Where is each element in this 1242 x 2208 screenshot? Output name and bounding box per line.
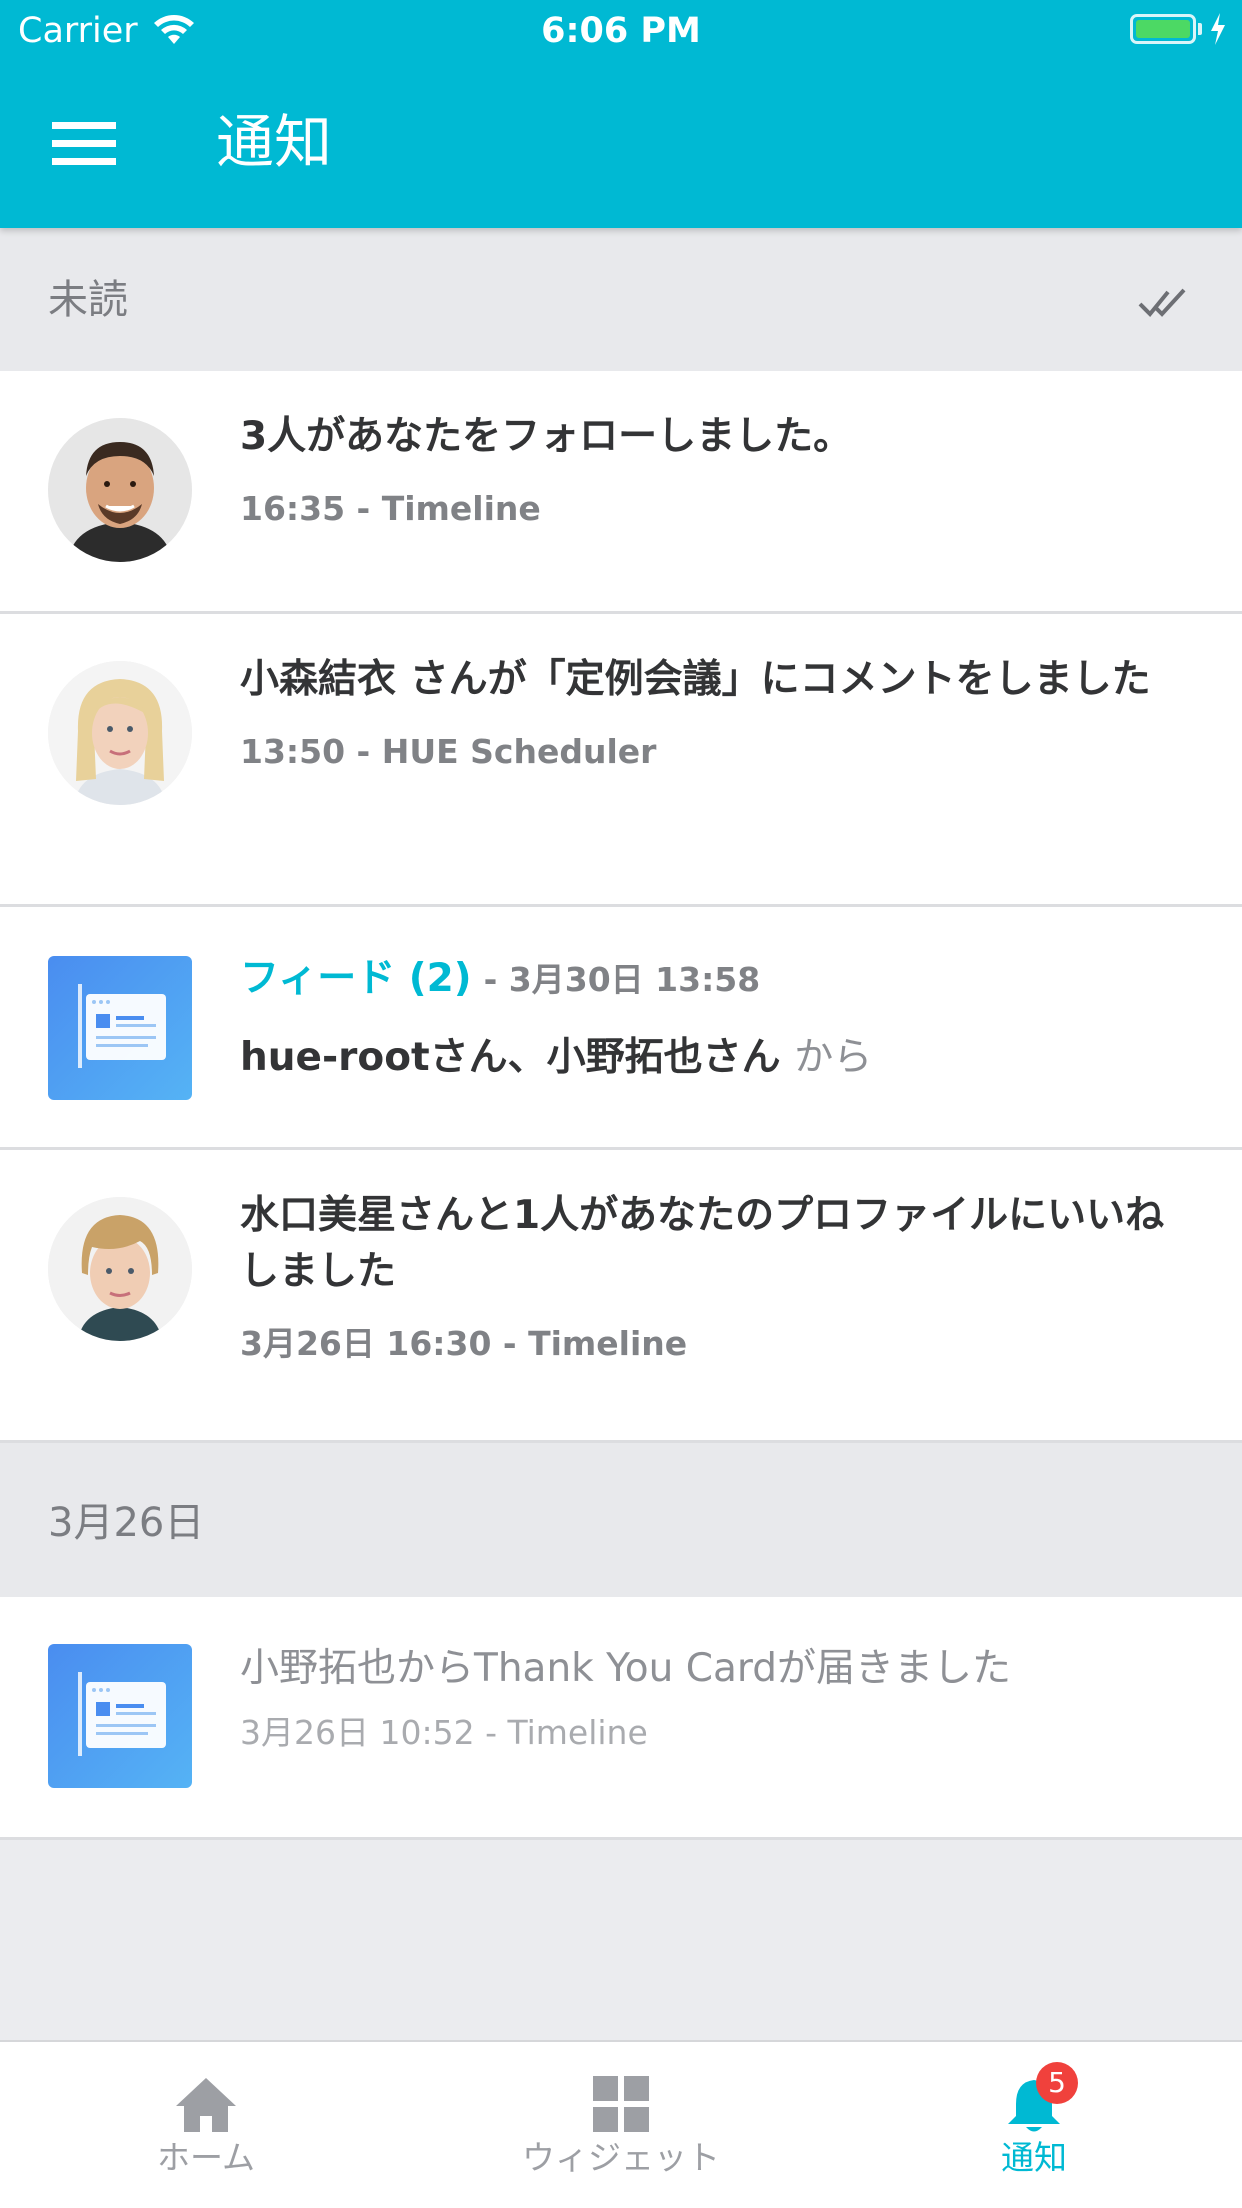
notification-meta: 16:35 - Timeline: [240, 489, 541, 528]
home-icon: [174, 2076, 238, 2134]
tab-home[interactable]: ホーム: [56, 2042, 356, 2208]
user-photo-icon: [48, 661, 192, 805]
battery-level: [1136, 20, 1190, 38]
feed-senders: hue-rootさん、小野拓也さん から: [240, 1030, 1200, 1086]
hamburger-menu-icon: [52, 122, 116, 165]
notification-item[interactable]: 3人があなたをフォローしました。 16:35 - Timeline: [0, 371, 1242, 614]
feed-label[interactable]: フィード (2): [240, 951, 472, 1007]
item-text: 3人があなたをフォローしました。 16:35 - Timeline: [240, 409, 1200, 531]
feed-meta: - 3月30日 13:58: [483, 960, 761, 999]
feed-from: から: [794, 1035, 873, 1080]
notification-item[interactable]: 小野拓也からThank You Cardが届きました 3月26日 10:52 -…: [0, 1597, 1242, 1840]
feed-app-icon: [48, 956, 192, 1100]
feed-card-icon: [48, 1644, 192, 1788]
tab-label: 通知: [1001, 2138, 1067, 2177]
mark-all-read-button[interactable]: [1130, 274, 1202, 330]
notification-meta: 13:50 - HUE Scheduler: [240, 732, 657, 771]
tab-label: ウィジェット: [522, 2138, 720, 2177]
notification-title: 水口美星さんと1人があなたのプロファイルにいいねしました: [240, 1193, 1165, 1294]
charging-bolt-icon: [1211, 13, 1225, 45]
notification-item[interactable]: 水口美星さんと1人があなたのプロファイルにいいねしました 3月26日 16:30…: [0, 1150, 1242, 1443]
menu-button[interactable]: [36, 108, 132, 180]
user-photo-icon: [48, 418, 192, 562]
notification-title: 3人があなたをフォローしました。: [240, 414, 853, 459]
battery-indicator: [1130, 12, 1228, 46]
tab-label: ホーム: [156, 2138, 255, 2177]
avatar: [48, 661, 192, 805]
notification-item[interactable]: 小森結衣 さんが「定例会議」にコメントをしました 13:50 - HUE Sch…: [0, 614, 1242, 907]
notification-title: 小森結衣 さんが「定例会議」にコメントをしました: [240, 657, 1151, 702]
notification-meta: 3月26日 10:52 - Timeline: [240, 1713, 648, 1752]
tab-widget[interactable]: ウィジェット: [471, 2042, 771, 2208]
header: 通知: [0, 62, 1242, 228]
section-header-date: 3月26日: [0, 1443, 1242, 1597]
notification-item-feed[interactable]: フィード (2) - 3月30日 13:58 hue-rootさん、小野拓也さん…: [0, 907, 1242, 1150]
notification-badge: 5: [1036, 2062, 1078, 2104]
section-title: 未読: [48, 277, 128, 323]
status-time: 6:06 PM: [541, 11, 701, 51]
notification-title: 小野拓也からThank You Cardが届きました: [240, 1646, 1011, 1691]
avatar: [48, 1197, 192, 1341]
battery-icon: [1130, 14, 1196, 44]
section-title: 3月26日: [48, 1500, 205, 1546]
feed-card-icon: [48, 956, 192, 1100]
item-text: 小野拓也からThank You Cardが届きました 3月26日 10:52 -…: [240, 1641, 1200, 1755]
feed-app-icon: [48, 1644, 192, 1788]
item-text: 水口美星さんと1人があなたのプロファイルにいいねしました 3月26日 16:30…: [240, 1188, 1200, 1366]
section-header-unread: 未読: [0, 228, 1242, 371]
avatar: [48, 418, 192, 562]
notification-meta: 3月26日 16:30 - Timeline: [240, 1324, 688, 1363]
feed-header-line: フィード (2) - 3月30日 13:58: [240, 951, 1200, 1008]
tab-notifications[interactable]: 5 通知: [884, 2042, 1184, 2208]
user-photo-icon: [48, 1197, 192, 1341]
item-text: フィード (2) - 3月30日 13:58 hue-rootさん、小野拓也さん…: [240, 951, 1200, 1086]
status-bar: Carrier 6:06 PM: [0, 0, 1242, 62]
widget-grid-icon: [589, 2076, 653, 2134]
battery-tip: [1198, 23, 1202, 35]
item-text: 小森結衣 さんが「定例会議」にコメントをしました 13:50 - HUE Sch…: [240, 652, 1200, 774]
feed-names: hue-rootさん、小野拓也さん: [240, 1035, 781, 1080]
double-check-icon: [1138, 288, 1186, 317]
app-bar: Carrier 6:06 PM 通知: [0, 0, 1242, 228]
bottom-tab-bar: ホーム ウィジェット 5 通知: [0, 2040, 1242, 2208]
page-title: 通知: [216, 108, 333, 176]
notification-list: 未読 3人があなたをフォローしました。 16:35 - Timeline 小森結…: [0, 228, 1242, 2040]
